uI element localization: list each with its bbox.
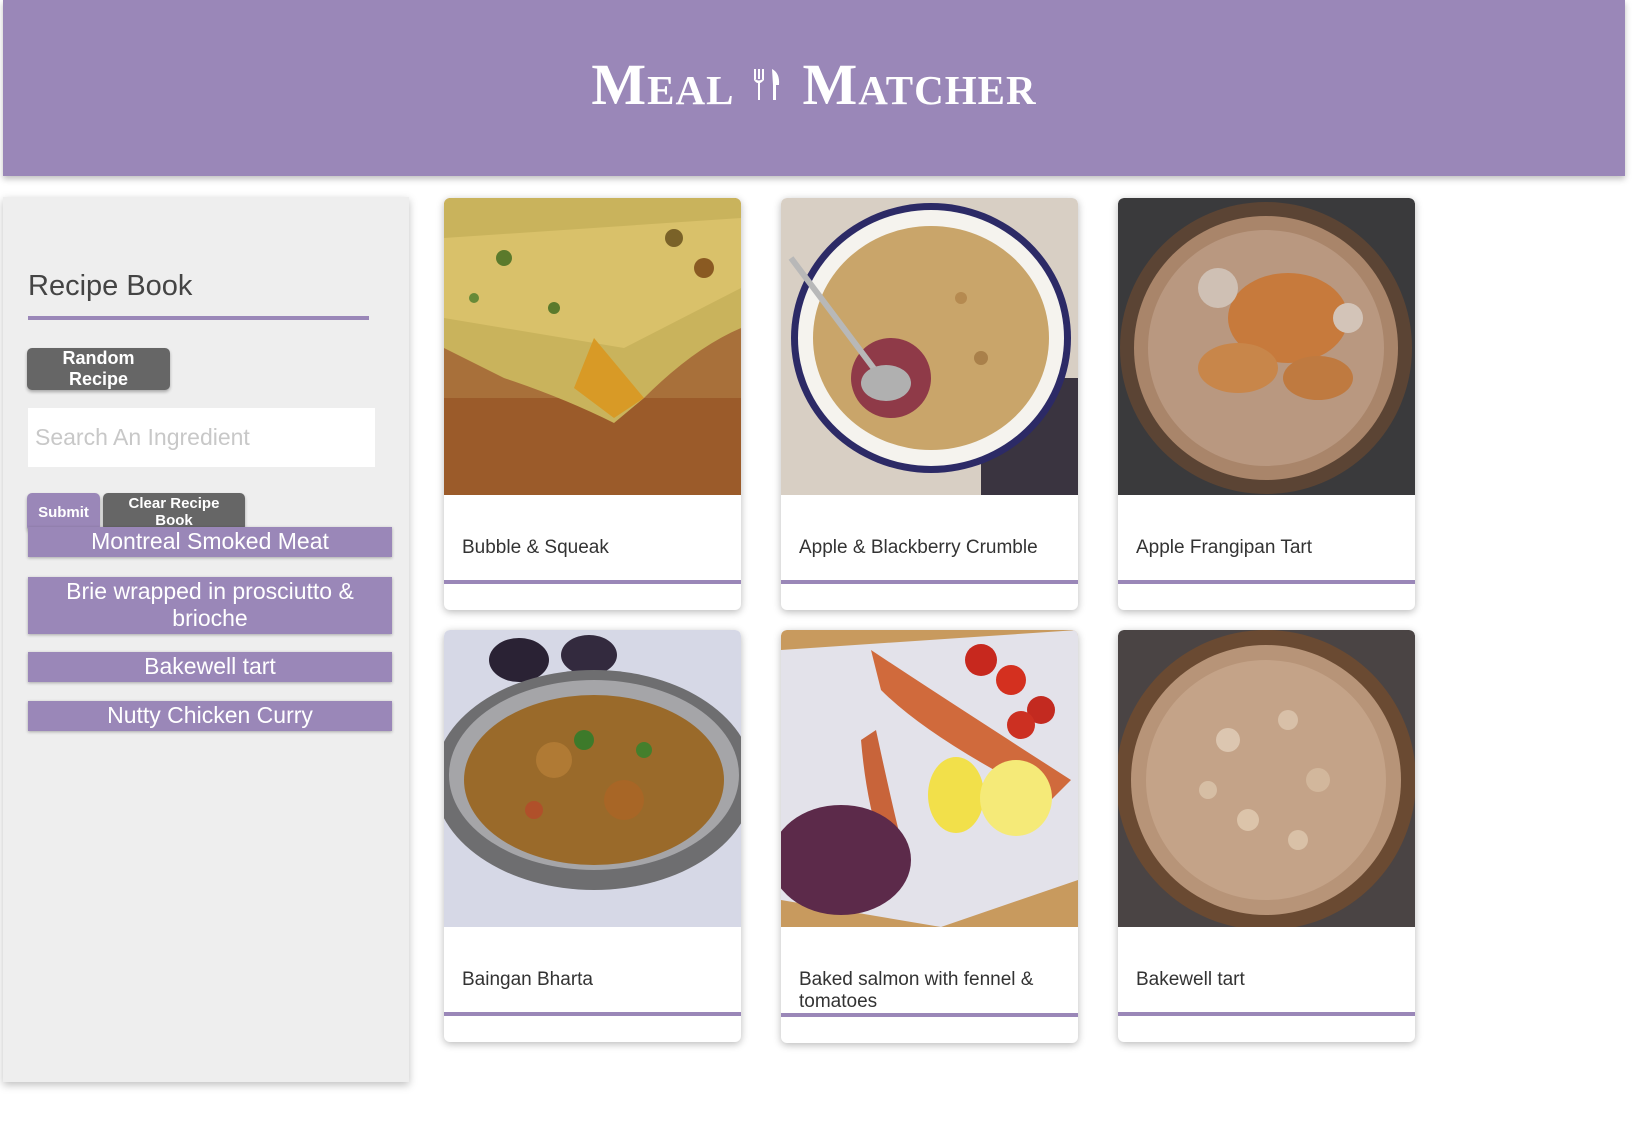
logo-text-meal: Meal bbox=[591, 51, 735, 117]
recipe-card[interactable]: Apple Frangipan Tart bbox=[1118, 198, 1415, 610]
recipe-card[interactable]: Baingan Bharta bbox=[444, 630, 741, 1042]
recipe-name: Baked salmon with fennel & tomatoes bbox=[799, 969, 1034, 1012]
submit-button[interactable]: Submit bbox=[27, 493, 100, 531]
random-recipe-button[interactable]: Random Recipe bbox=[27, 348, 170, 390]
site-logo[interactable]: Meal Matcher bbox=[591, 51, 1036, 118]
clear-recipe-book-button[interactable]: Clear Recipe Book bbox=[103, 493, 245, 531]
recipe-name: Baingan Bharta bbox=[462, 969, 593, 990]
saved-recipe-item[interactable]: Nutty Chicken Curry bbox=[28, 701, 392, 731]
fork-knife-icon bbox=[754, 69, 780, 100]
recipe-card[interactable]: Baked salmon with fennel & tomatoes bbox=[781, 630, 1078, 1043]
recipe-image bbox=[1118, 198, 1415, 495]
recipe-name: Apple & Blackberry Crumble bbox=[799, 537, 1038, 558]
recipe-image bbox=[444, 630, 741, 927]
title-divider bbox=[28, 316, 369, 320]
recipe-image bbox=[444, 198, 741, 495]
site-header: Meal Matcher bbox=[3, 0, 1625, 176]
logo-text-matcher: Matcher bbox=[802, 51, 1037, 117]
recipe-card[interactable]: Bakewell tart bbox=[1118, 630, 1415, 1042]
recipe-name: Bubble & Squeak bbox=[462, 537, 609, 558]
recipe-name: Apple Frangipan Tart bbox=[1136, 537, 1313, 558]
recipe-book-sidebar: Recipe Book Random Recipe Submit Clear R… bbox=[3, 197, 409, 1082]
saved-recipe-item[interactable]: Brie wrapped in prosciutto & brioche bbox=[28, 577, 392, 634]
recipe-card[interactable]: Bubble & Squeak bbox=[444, 198, 741, 610]
recipe-card[interactable]: Apple & Blackberry Crumble bbox=[781, 198, 1078, 610]
recipe-image bbox=[1118, 630, 1415, 927]
saved-recipe-item[interactable]: Montreal Smoked Meat bbox=[28, 527, 392, 557]
recipe-book-title: Recipe Book bbox=[28, 270, 193, 302]
saved-recipe-item[interactable]: Bakewell tart bbox=[28, 652, 392, 682]
recipe-name: Bakewell tart bbox=[1136, 969, 1245, 990]
recipe-image bbox=[781, 198, 1078, 495]
recipe-image bbox=[781, 630, 1078, 927]
ingredient-search-input[interactable] bbox=[28, 408, 375, 467]
